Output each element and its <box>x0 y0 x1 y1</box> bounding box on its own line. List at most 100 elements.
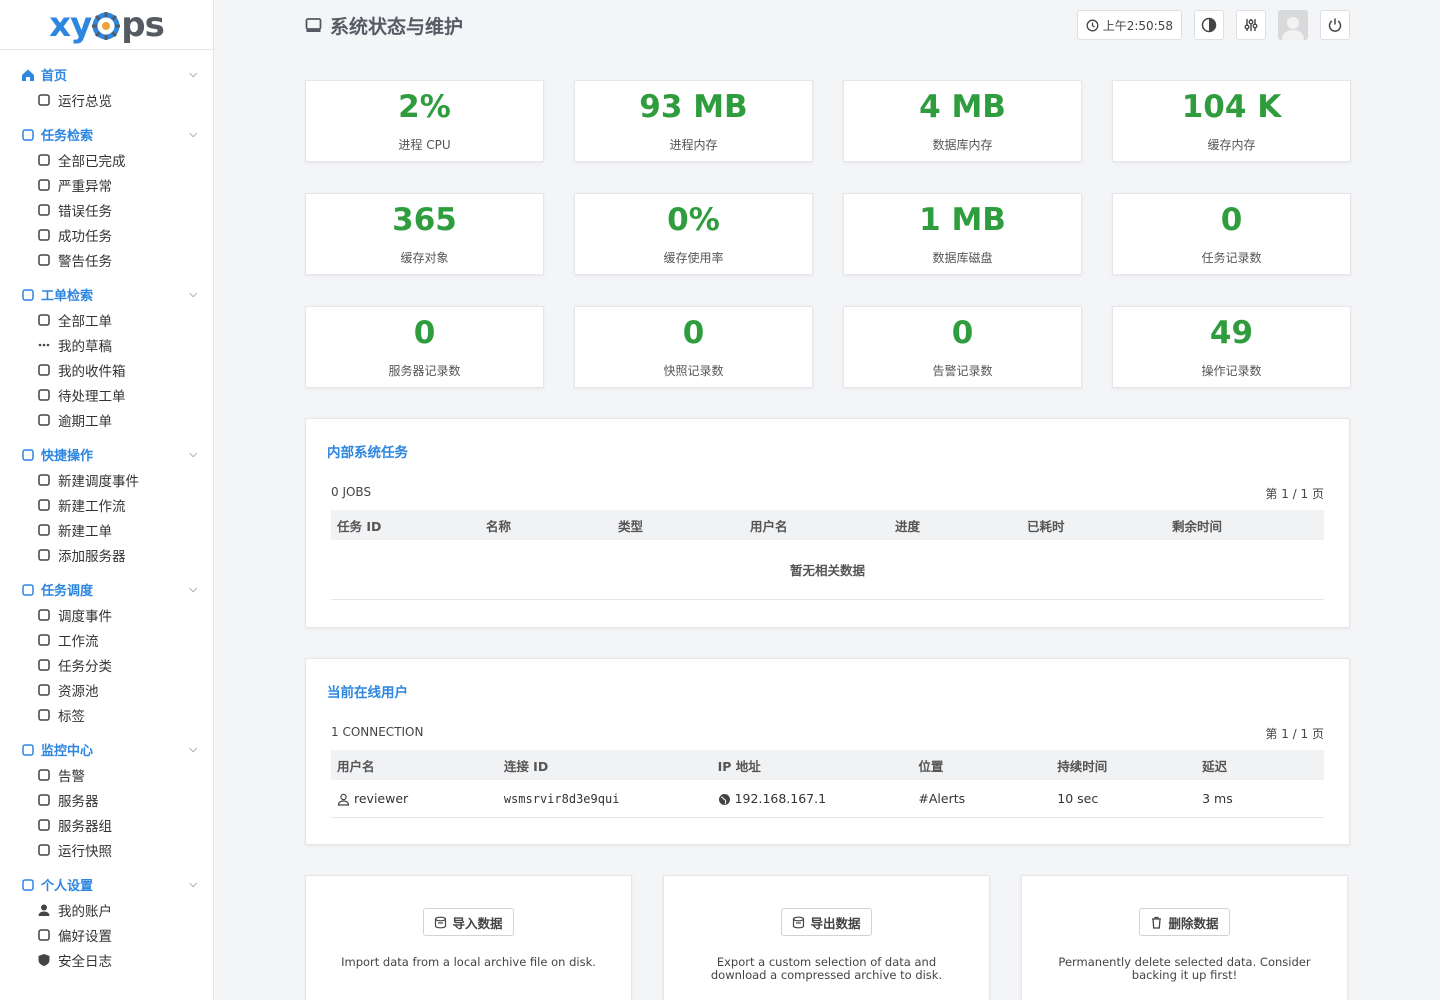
sidebar-item[interactable]: 待处理工单 <box>0 382 213 407</box>
sidebar-item[interactable]: 资源池 <box>0 677 213 702</box>
sidebar-item-label: 运行快照 <box>58 843 112 860</box>
sidebar-item-label: 逾期工单 <box>58 413 112 430</box>
sidebar-item-label: 错误任务 <box>58 203 112 220</box>
sidebar-section: 快捷操作 ⌵ 新建调度事件 新建工作流新建工单添加服务器 <box>0 442 213 567</box>
column-header[interactable]: 进度 <box>889 516 1021 535</box>
column-header[interactable]: 用户名 <box>744 516 889 535</box>
logout-button[interactable] <box>1320 10 1350 40</box>
column-header[interactable]: 位置 <box>912 756 1051 775</box>
column-header[interactable]: 连接 ID <box>498 756 712 775</box>
chevron-down-icon: ⌵ <box>189 879 197 890</box>
column-header[interactable]: 用户名 <box>331 756 498 775</box>
sidebar-section-4[interactable]: 任务调度 ⌵ <box>0 577 213 602</box>
sidebar-item[interactable]: 我的草稿 <box>0 332 213 357</box>
stat-card: 2% 进程 CPU <box>305 80 544 162</box>
sidebar-item-label: 新建工单 <box>58 523 112 540</box>
sidebar-item-label: 标签 <box>58 708 85 725</box>
sidebar-item[interactable]: 逾期工单 <box>0 407 213 432</box>
stat-label: 数据库磁盘 <box>932 250 993 265</box>
stat-value: 0% <box>667 201 720 238</box>
sidebar-item[interactable]: 新建调度事件 <box>0 467 213 492</box>
sidebar-section-2[interactable]: 工单检索 ⌵ <box>0 282 213 307</box>
page-title: 系统状态与维护 <box>305 12 463 39</box>
theme-toggle-button[interactable] <box>1194 10 1224 40</box>
sidebar-item[interactable]: 工作流 <box>0 627 213 652</box>
sidebar-section-6[interactable]: 个人设置 ⌵ <box>0 872 213 897</box>
column-header[interactable]: IP 地址 <box>712 756 913 775</box>
cell-text: 10 sec <box>1057 791 1099 806</box>
calendar-clock-icon <box>36 607 52 623</box>
sidebar-item[interactable]: 成功任务 <box>0 222 213 247</box>
sidebar-section-0[interactable]: 首页 ⌵ <box>0 62 213 87</box>
preferences-button[interactable] <box>1236 10 1266 40</box>
card-description: Export a custom selection of data and do… <box>710 955 943 982</box>
column-header[interactable]: 延迟 <box>1196 756 1324 775</box>
stat-label: 服务器记录数 <box>388 363 461 378</box>
sidebar-item-label: 我的收件箱 <box>58 363 126 380</box>
import-data-button[interactable]: 导入数据 <box>423 908 514 936</box>
button-label: 导入数据 <box>452 915 503 931</box>
stat-label: 进程内存 <box>669 137 718 152</box>
export-data-button[interactable]: 导出数据 <box>781 908 872 936</box>
check-circle-icon <box>36 227 52 243</box>
alert-circle-icon <box>36 202 52 218</box>
sidebar-item[interactable]: 我的账户 <box>0 897 213 922</box>
sidebar-item[interactable]: 标签 <box>0 702 213 727</box>
sidebar-item[interactable]: 警告任务 <box>0 247 213 272</box>
sidebar-item[interactable]: 服务器 <box>0 787 213 812</box>
export-icon <box>792 916 805 929</box>
sidebar-section-5[interactable]: 监控中心 ⌵ <box>0 737 213 762</box>
sidebar-section-3[interactable]: 快捷操作 ⌵ <box>0 442 213 467</box>
column-header[interactable]: 持续时间 <box>1051 756 1196 775</box>
sidebar-item[interactable]: 新建工单 <box>0 517 213 542</box>
column-header[interactable]: 名称 <box>480 516 612 535</box>
sidebar-item[interactable]: 添加服务器 <box>0 542 213 567</box>
stat-card: 93 MB 进程内存 <box>574 80 813 162</box>
sidebar-item-label: 成功任务 <box>58 228 112 245</box>
column-header[interactable]: 已耗时 <box>1021 516 1166 535</box>
sidebar-item[interactable]: 错误任务 <box>0 197 213 222</box>
sidebar-item[interactable]: 服务器组 <box>0 812 213 837</box>
sidebar-section-label: 监控中心 <box>41 744 94 759</box>
sidebar-item[interactable]: 严重异常 <box>0 172 213 197</box>
sidebar-item[interactable]: 安全日志 <box>0 947 213 972</box>
sidebar-item-label: 严重异常 <box>58 178 112 195</box>
app-logo[interactable]: xy ps <box>0 0 213 50</box>
sidebar-item-label: 警告任务 <box>58 253 112 270</box>
sidebar-item[interactable]: 新建工作流 <box>0 492 213 517</box>
pool-icon <box>36 682 52 698</box>
stat-value: 0 <box>682 314 705 351</box>
cell-username[interactable]: reviewer <box>331 791 498 806</box>
account-icon <box>36 902 52 918</box>
sidebar-item[interactable]: 全部工单 <box>0 307 213 332</box>
trash-icon <box>1150 916 1163 929</box>
page-title-text: 系统状态与维护 <box>330 15 464 38</box>
column-header[interactable]: 任务 ID <box>331 516 480 535</box>
sidebar-item[interactable]: 全部已完成 <box>0 147 213 172</box>
sidebar-item[interactable]: 运行快照 <box>0 837 213 862</box>
sidebar-item[interactable]: 告警 <box>0 762 213 787</box>
column-header[interactable]: 类型 <box>612 516 744 535</box>
sidebar-item[interactable]: 偏好设置 <box>0 922 213 947</box>
stat-value: 0 <box>951 314 974 351</box>
sidebar-item[interactable]: 运行总览 <box>0 87 213 112</box>
cell-text: 192.168.167.1 <box>734 791 827 806</box>
clock-display[interactable]: 上午2:50:58 <box>1076 10 1182 40</box>
job-count: 0 JOBS <box>331 485 372 499</box>
user-avatar[interactable] <box>1278 10 1308 40</box>
sidebar-item[interactable]: 调度事件 <box>0 602 213 627</box>
sidebar-item[interactable]: 任务分类 <box>0 652 213 677</box>
power-icon <box>1328 18 1342 32</box>
sidebar-item[interactable]: 我的收件箱 <box>0 357 213 382</box>
stats-grid: 2% 进程 CPU 93 MB 进程内存 4 MB 数据库内存 104 K 缓存内存 365 缓存… <box>305 80 1351 388</box>
stat-value: 0 <box>413 314 436 351</box>
connection-count: 1 CONNECTION <box>331 725 424 739</box>
stat-value: 2% <box>398 88 451 125</box>
column-header[interactable]: 剩余时间 <box>1166 516 1324 535</box>
stat-label: 操作记录数 <box>1201 363 1262 378</box>
panel-title: 内部系统任务 <box>327 445 408 461</box>
chevron-down-icon: ⌵ <box>189 69 197 80</box>
sidebar-section-1[interactable]: 任务检索 ⌵ <box>0 122 213 147</box>
sliders-icon <box>36 927 52 943</box>
delete-data-button[interactable]: 删除数据 <box>1139 908 1230 936</box>
